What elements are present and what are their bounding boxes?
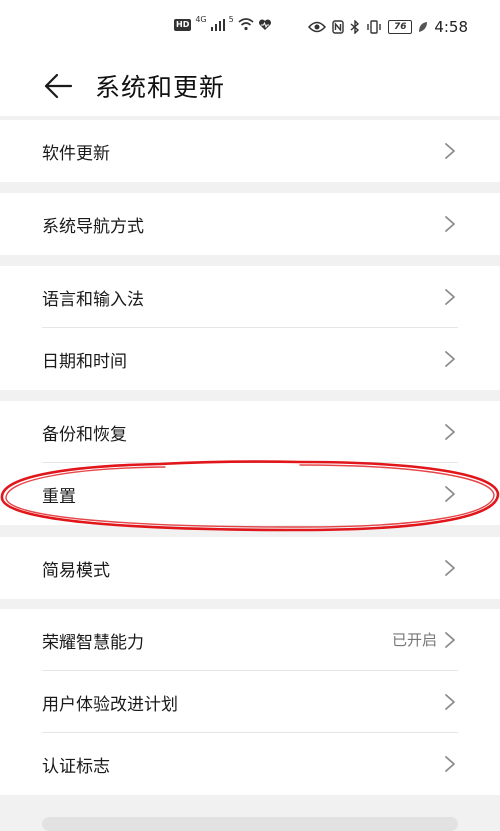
battery-icon: 76 [388,20,413,34]
settings-group: 软件更新 [0,120,500,182]
chevron-right-icon [445,424,455,440]
bluetooth-icon [350,20,360,34]
status-bar: HD 4G 5 76 4:58 [0,0,500,58]
settings-item-label: 重置 [42,487,76,507]
arrow-left-icon [44,73,73,99]
settings-item-certification[interactable]: 认证标志 [0,733,500,795]
nfc-icon [332,20,345,34]
settings-item-label: 荣耀智慧能力 [42,633,144,653]
chevron-right-icon [445,756,455,772]
title-bar: 系统和更新 [0,58,500,116]
chevron-right-icon [445,560,455,576]
chevron-right-icon [445,694,455,710]
leaf-icon [419,22,428,32]
wifi-icon [238,18,254,31]
settings-item-label: 简易模式 [42,561,110,581]
partial-card-edge [42,817,458,831]
settings-item-label: 系统导航方式 [42,217,144,237]
settings-item-label: 日期和时间 [42,352,127,372]
eye-comfort-icon [308,21,327,33]
settings-item-label: 用户体验改进计划 [42,695,178,715]
signal-bars-icon [210,18,225,31]
settings-item-label: 软件更新 [42,144,110,164]
chevron-right-icon [445,486,455,502]
settings-item-software-update[interactable]: 软件更新 [0,120,500,182]
chevron-right-icon [445,632,455,648]
settings-group: 备份和恢复 重置 [0,401,500,525]
settings-item-navigation[interactable]: 系统导航方式 [0,193,500,255]
settings-item-ux-improvement[interactable]: 用户体验改进计划 [0,671,500,733]
signal-4g-icon: 4G [195,15,207,24]
chevron-right-icon [445,351,455,367]
signal-5g-icon: 5 [228,15,234,24]
chevron-right-icon [445,289,455,305]
status-right-icons: 76 4:58 [308,18,468,36]
settings-item-simple-mode[interactable]: 简易模式 [0,537,500,599]
settings-item-label: 备份和恢复 [42,425,127,445]
status-left-icons: HD 4G 5 [174,15,272,31]
settings-item-label: 语言和输入法 [42,290,144,310]
settings-item-date-time[interactable]: 日期和时间 [0,328,500,390]
page-title: 系统和更新 [95,73,226,102]
settings-item-status: 已开启 [391,631,437,649]
settings-group: 荣耀智慧能力 已开启 用户体验改进计划 认证标志 [0,609,500,795]
health-heart-icon [258,18,271,30]
settings-group: 系统导航方式 [0,193,500,255]
chevron-right-icon [445,143,455,159]
back-button[interactable] [38,66,78,106]
settings-group: 语言和输入法 日期和时间 [0,266,500,390]
settings-item-smart-capability[interactable]: 荣耀智慧能力 已开启 [0,609,500,671]
settings-item-reset[interactable]: 重置 [0,463,500,525]
settings-group: 简易模式 [0,537,500,599]
vibrate-icon [367,20,382,34]
settings-item-label: 认证标志 [42,757,110,777]
settings-item-backup-restore[interactable]: 备份和恢复 [0,401,500,463]
chevron-right-icon [445,216,455,232]
hd-icon: HD [174,18,192,31]
settings-item-language-input[interactable]: 语言和输入法 [0,266,500,328]
status-time: 4:58 [434,18,468,36]
